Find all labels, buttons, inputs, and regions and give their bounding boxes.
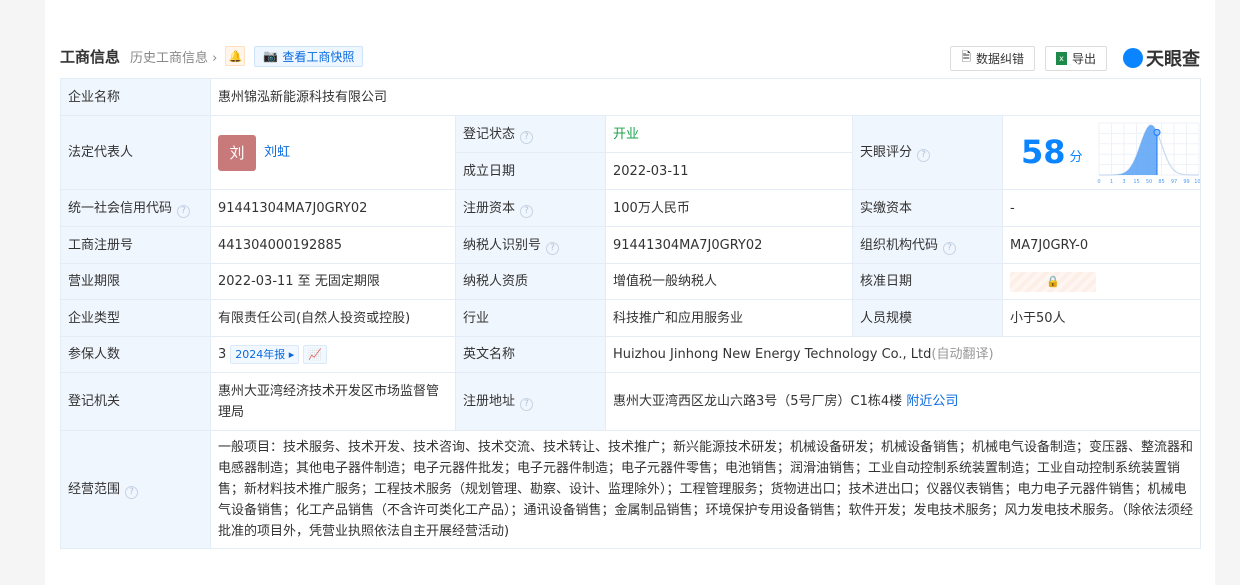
label-staff: 人员规模 xyxy=(852,299,1003,337)
reg-capital: 100万人民币 xyxy=(605,189,853,227)
insured-cell: 3 2024年报 ▸ 📈 xyxy=(210,336,456,373)
label-industry: 行业 xyxy=(455,299,606,337)
logo-icon xyxy=(1123,48,1143,68)
score-distribution-chart: 0 1 3 15 50 85 97 99 100 xyxy=(1097,122,1200,185)
axis-tick-label: 50 xyxy=(1145,179,1151,185)
org-code: MA7J0GRY-0 xyxy=(1001,226,1202,264)
axis-tick-label: 100 xyxy=(1194,179,1200,185)
address: 惠州大亚湾西区龙山六路3号（5号厂房）C1栋4楼 xyxy=(613,394,903,409)
company-name: 惠州锦泓新能源科技有限公司 xyxy=(209,78,1202,116)
en-name-cell: Huizhou Jinhong New Energy Technology Co… xyxy=(604,336,1202,373)
label-reg-capital: 注册资本? xyxy=(455,189,606,227)
en-name: Huizhou Jinhong New Energy Technology Co… xyxy=(613,347,932,362)
axis-tick-label: 97 xyxy=(1170,179,1176,185)
help-icon: ? xyxy=(125,486,139,499)
term: 2022-03-11 至 无固定期限 xyxy=(210,263,456,300)
label-org-code: 组织机构代码? xyxy=(852,226,1003,264)
approve-date-locked[interactable]: 🔒 xyxy=(1001,263,1202,300)
label-type: 企业类型 xyxy=(60,299,211,337)
reg-no: 441304000192885 xyxy=(210,226,456,264)
axis-tick-label: 3 xyxy=(1122,179,1125,185)
snapshot-button[interactable]: 📷 查看工商快照 xyxy=(254,45,364,67)
axis-tick-label: 1 xyxy=(1109,179,1112,185)
taxpayer-id: 91441304MA7J0GRY02 xyxy=(605,226,853,264)
label-found-date: 成立日期 xyxy=(455,152,606,190)
industry: 科技推广和应用服务业 xyxy=(605,299,853,337)
label-company-name: 企业名称 xyxy=(60,78,211,116)
help-icon: ? xyxy=(177,204,191,218)
legal-rep-link[interactable]: 刘虹 xyxy=(264,145,290,160)
business-scope: 一般项目：技术服务、技术开发、技术咨询、技术交流、技术转让、技术推广；新兴能源技… xyxy=(209,430,1202,549)
axis-tick-label: 85 xyxy=(1158,179,1164,185)
help-icon: ? xyxy=(520,130,534,144)
lock-icon[interactable]: 🔒 xyxy=(1010,272,1096,292)
taxpayer-qual: 增值税一般纳税人 xyxy=(605,263,853,300)
paid-capital: - xyxy=(1001,189,1202,227)
label-scope: 经营范围? xyxy=(60,430,211,549)
found-date: 2022-03-11 xyxy=(605,152,853,190)
label-legal-rep: 法定代表人 xyxy=(60,115,211,190)
axis-tick-label: 99 xyxy=(1183,179,1189,185)
score-cell[interactable]: 58分 0 1 3 15 50 85 97 99 100 xyxy=(1001,115,1202,190)
address-cell: 惠州大亚湾西区龙山六路3号（5号厂房）C1栋4楼 附近公司 xyxy=(604,372,1202,431)
help-icon: ? xyxy=(520,204,534,218)
label-paid-capital: 实缴资本 xyxy=(852,189,1003,227)
label-approve-date: 核准日期 xyxy=(852,263,1003,300)
legal-rep-cell: 刘 刘虹 xyxy=(210,115,456,190)
annual-report-tag[interactable]: 2024年报 ▸ xyxy=(230,345,300,364)
credit-code: 91441304MA7J0GRY02 xyxy=(210,189,456,227)
staff-size: 小于50人 xyxy=(1001,299,1202,337)
label-taxpayer-id: 纳税人识别号? xyxy=(455,226,606,264)
help-icon: ? xyxy=(943,241,957,255)
excel-icon: x xyxy=(1055,51,1067,65)
help-icon: ? xyxy=(546,241,560,255)
reg-status: 开业 xyxy=(605,115,853,153)
label-credit-code: 统一社会信用代码? xyxy=(60,189,211,227)
label-reg-no: 工商注册号 xyxy=(60,226,211,264)
company-type: 有限责任公司(自然人投资或控股) xyxy=(210,299,456,337)
label-address: 注册地址? xyxy=(455,372,606,431)
label-score: 天眼评分? xyxy=(852,115,1003,190)
insured-count: 3 xyxy=(218,347,227,362)
axis-tick-label: 15 xyxy=(1133,179,1139,185)
section-title: 工商信息 xyxy=(60,47,121,66)
brand-logo: 天眼查 xyxy=(1123,45,1200,71)
score-unit: 分 xyxy=(1069,150,1083,165)
camera-icon: 📷 xyxy=(263,49,279,63)
en-name-note: (自动翻译) xyxy=(931,347,994,362)
authority: 惠州大亚湾经济技术开发区市场监督管理局 xyxy=(210,372,456,431)
label-authority: 登记机关 xyxy=(60,372,211,431)
toolbar: 🗎 数据纠错 x 导出 天眼查 xyxy=(950,45,1200,71)
label-taxpayer-qual: 纳税人资质 xyxy=(455,263,606,300)
label-reg-status: 登记状态? xyxy=(455,115,606,153)
bell-icon[interactable]: 🔔 xyxy=(225,46,246,66)
document-icon: 🗎 xyxy=(961,49,971,64)
trend-chart-icon[interactable]: 📈 xyxy=(303,345,328,364)
score-area xyxy=(1098,124,1157,175)
right-sidebar xyxy=(1215,0,1240,585)
label-term: 营业期限 xyxy=(60,263,211,300)
score-marker-dot xyxy=(1153,128,1161,136)
section-header: 工商信息 历史工商信息 › 🔔 📷 查看工商快照 xyxy=(60,44,364,68)
label-insured: 参保人数 xyxy=(60,336,211,373)
help-icon: ? xyxy=(520,398,534,411)
correct-button[interactable]: 🗎 数据纠错 xyxy=(950,45,1035,71)
avatar: 刘 xyxy=(218,134,256,171)
label-en-name: 英文名称 xyxy=(455,336,606,373)
export-button[interactable]: x 导出 xyxy=(1044,45,1107,71)
history-link[interactable]: 历史工商信息 › xyxy=(130,47,217,66)
nearby-companies-link[interactable]: 附近公司 xyxy=(906,394,958,409)
help-icon: ? xyxy=(917,149,931,162)
business-info-table: 企业名称 惠州锦泓新能源科技有限公司 法定代表人 刘 刘虹 登记状态? 开业 天眼… xyxy=(60,78,1202,549)
axis-tick-label: 0 xyxy=(1097,179,1100,185)
score-value: 58 xyxy=(1021,133,1066,171)
